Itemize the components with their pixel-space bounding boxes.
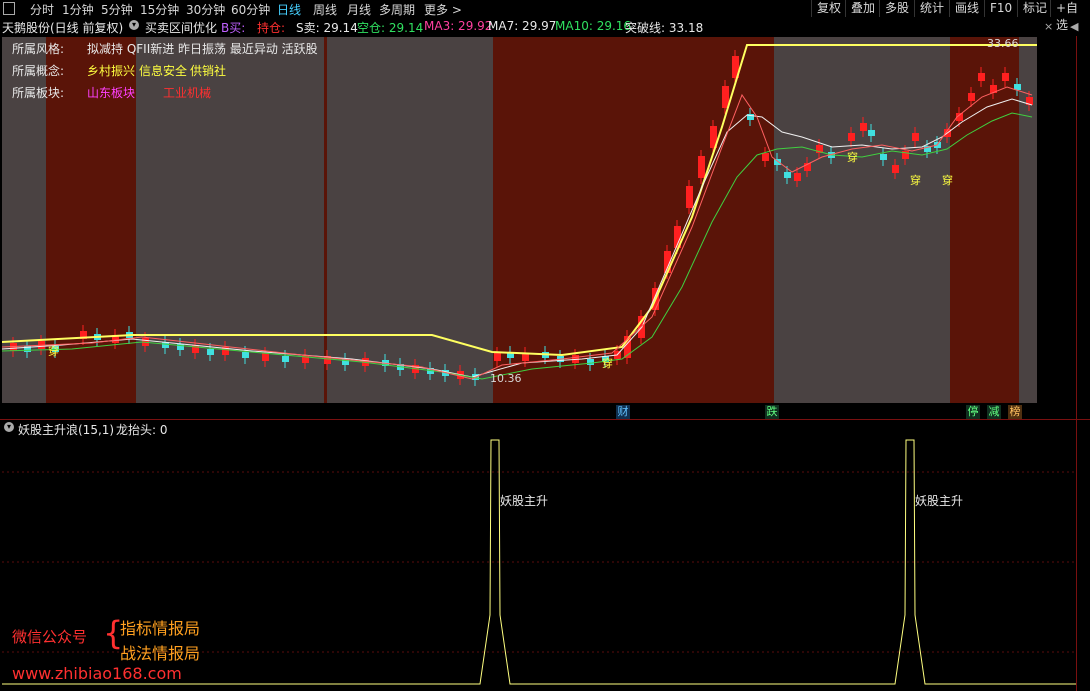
empty-value: 空仓: 29.14 [357,21,424,35]
low-price-label: 10.36 [490,372,522,385]
candle-body [207,349,214,355]
watermark-line1: 指标情报局 [120,619,201,638]
candle-body [698,156,705,178]
candle-body [968,93,975,101]
marker-jian[interactable]: 减 [987,405,1001,419]
chevron-down-icon[interactable]: ▾ [129,20,139,30]
right-axis-border [1076,36,1077,691]
candle-body [282,356,289,362]
candle-body [868,130,875,136]
window-icon[interactable] [3,2,15,15]
sector-1: 山东板块 [87,86,136,100]
add-watchlist-button[interactable]: +自选 [1050,0,1090,32]
candle-body [686,186,693,208]
ma10-value: MA10: 29.16 [555,19,632,33]
tab-more[interactable]: 更多 > [424,1,462,18]
interval-bands [2,37,1037,403]
candle-body [912,133,919,141]
ma3-value: MA3: 29.92 [424,19,493,33]
candle-body [892,165,899,173]
band-4 [327,37,493,403]
style-value: 拟减持 QFII新进 昨日振荡 最近异动 活跃股 [87,42,318,56]
hold-label: 持仓: [257,21,286,35]
tab-5min[interactable]: 5分钟 [101,1,133,18]
marker-bang[interactable]: 榜 [1008,405,1022,419]
concept-1: 乡村振兴 [87,64,136,78]
high-price-label: 33.66 [987,37,1019,50]
wechat-label: 微信公众号 [12,628,88,646]
indicator-name[interactable]: 买卖区间优化 [145,19,217,36]
tab-30min[interactable]: 30分钟 [186,1,225,18]
sector-2: 工业机械 [163,86,212,100]
concept-3: 供销社 [190,64,227,78]
expand-icon[interactable]: ◀ [1070,20,1078,33]
band-3 [324,37,327,403]
mark-button[interactable]: 标记 [1017,0,1052,17]
marker-die[interactable]: 跌 [765,405,779,419]
watermark-line2: 战法情报局 [120,644,201,663]
tab-1min[interactable]: 1分钟 [62,1,94,18]
tab-daily[interactable]: 日线 [277,1,301,18]
candle-body [494,353,501,361]
multi-stock-button[interactable]: 多股 [879,0,914,17]
main-kline-chart[interactable]: 33.66 10.36 穿 穿 穿 穿 穿 [2,37,1037,403]
signal-label-2: 妖股主升 [915,494,963,508]
s-sell-value: S卖: 29.14 [296,21,358,35]
candle-body [242,352,249,358]
candle-body [848,133,855,141]
tab-weekly[interactable]: 周线 [313,1,337,18]
tab-60min[interactable]: 60分钟 [231,1,270,18]
candle-body [784,172,791,178]
tab-monthly[interactable]: 月线 [347,1,371,18]
watermark-url: www.zhibiao168.com [12,664,182,683]
tab-15min[interactable]: 15分钟 [140,1,179,18]
marker-cai[interactable]: 财 [616,405,630,419]
fuquan-button[interactable]: 复权 [811,0,846,17]
sector-label: 所属板块: [12,86,65,100]
close-icon[interactable]: × [1044,20,1053,33]
chuan-label-2: 穿 [602,356,613,370]
stats-button[interactable]: 统计 [914,0,949,17]
overlay-button[interactable]: 叠加 [845,0,880,17]
chuan-label-1: 穿 [48,344,59,358]
candle-body [762,153,769,161]
tab-fenshi[interactable]: 分时 [30,1,54,18]
b-buy-label: B买: [221,21,246,35]
candle-body [262,353,269,361]
draw-button[interactable]: 画线 [949,0,984,17]
candle-body [880,154,887,160]
chuan-label-3: 穿 [847,150,858,164]
candle-body [1002,73,1009,81]
candle-body [587,359,594,365]
f10-button[interactable]: F10 [984,0,1017,17]
band-6 [774,37,950,403]
indicator-info-bar: 天鹅股份(日线 前复权) ▾ 买卖区间优化 B买: 持仓: S卖: 29.14 … [0,18,1090,36]
band-7 [950,37,1019,403]
ma7-value: MA7: 29.97 [488,19,557,33]
chuan-label-5: 穿 [942,173,953,187]
concept-label: 所属概念: [12,64,65,78]
marker-ting[interactable]: 停 [966,405,980,419]
tab-multi-period[interactable]: 多周期 [379,1,415,18]
candle-body [978,73,985,81]
stock-title: 天鹅股份(日线 前复权) [2,21,124,35]
chuan-label-4: 穿 [910,173,921,187]
style-label: 所属风格: [12,42,65,56]
period-toolbar: 分时 1分钟 5分钟 15分钟 30分钟 60分钟 日线 周线 月线 多周期 更… [0,0,1090,32]
breakout-value: 突破线: 33.18 [625,21,704,35]
concept-2: 信息安全 [139,64,188,78]
candle-body [794,173,801,181]
candle-body [860,123,867,131]
signal-label-1: 妖股主升 [500,494,548,508]
